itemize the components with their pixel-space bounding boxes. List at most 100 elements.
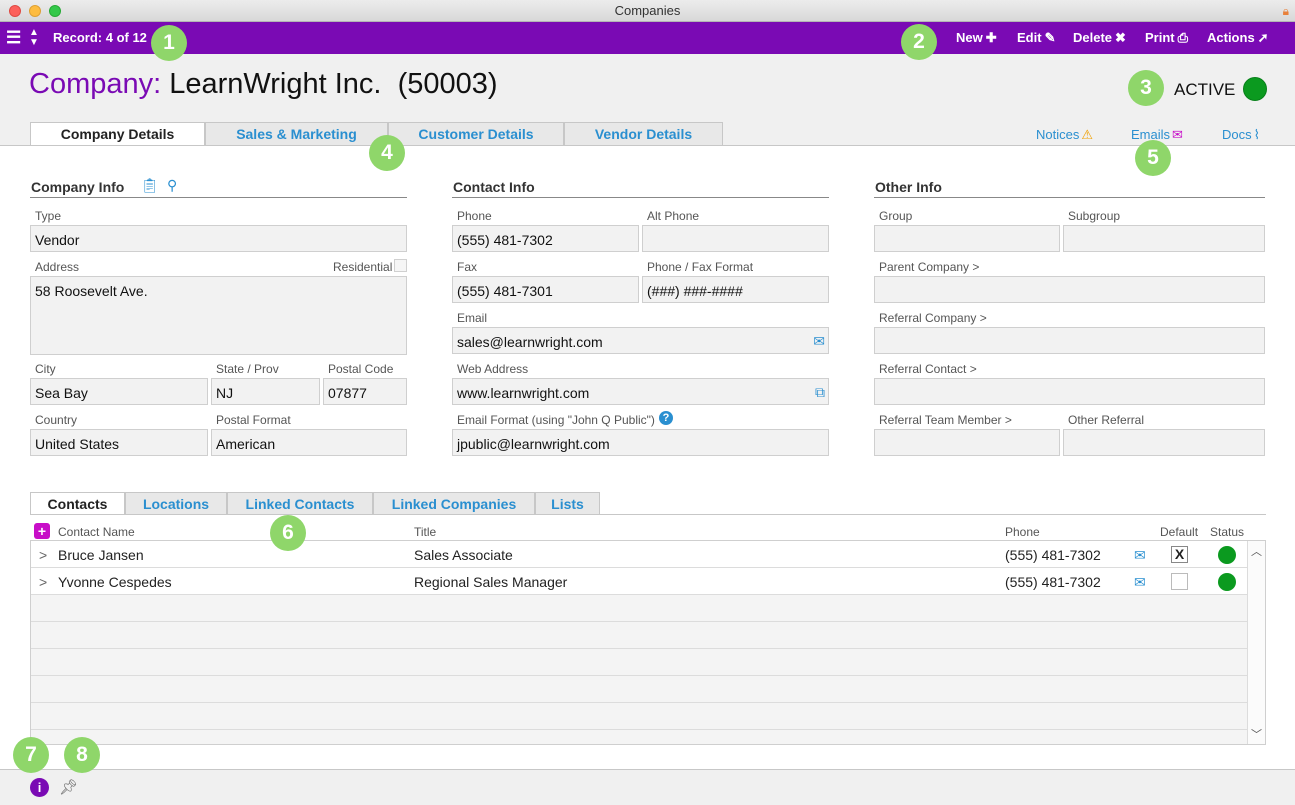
type-field[interactable]: Vendor — [30, 225, 407, 252]
residential-checkbox[interactable] — [394, 259, 407, 272]
web-address-field[interactable]: www.learnwright.com ⧉ — [452, 378, 829, 405]
referral-contact-field[interactable] — [874, 378, 1265, 405]
company-info-title: Company Info — [31, 179, 125, 195]
phone-format-field[interactable]: (###) ###-#### — [642, 276, 829, 303]
phone-field[interactable]: (555) 481-7302 — [452, 225, 639, 252]
open-link-icon[interactable]: ⧉ — [815, 384, 825, 400]
scroll-up-icon[interactable]: ︿ — [1248, 543, 1265, 559]
contact-info-title: Contact Info — [453, 179, 535, 195]
add-contact-button[interactable]: + — [34, 523, 50, 539]
postal-format-label: Postal Format — [216, 413, 291, 427]
callout-badge-3: 3 — [1128, 70, 1164, 106]
postal-format-field[interactable]: American — [211, 429, 407, 456]
col-contact-name[interactable]: Contact Name — [58, 525, 135, 539]
callout-badge-4: 4 — [369, 135, 405, 171]
parent-company-field[interactable] — [874, 276, 1265, 303]
table-row[interactable]: > Yvonne Cespedes Regional Sales Manager… — [31, 568, 1248, 595]
edit-button-label: Edit — [1017, 30, 1042, 45]
tab-customer-details[interactable]: Customer Details — [388, 122, 564, 146]
send-email-icon[interactable]: ✉ — [813, 333, 825, 349]
toolbar: ☰ ▲ ▼ Record: 4 of 12 New ✚ Edit ✎ Delete ✖ … — [0, 22, 1295, 54]
table-row-empty — [31, 649, 1248, 676]
help-icon[interactable]: ? — [659, 411, 673, 425]
grid-scrollbar[interactable]: ︿ ﹀ — [1247, 541, 1265, 744]
edit-button[interactable]: Edit ✎ — [1017, 22, 1055, 54]
tab-sales-marketing[interactable]: Sales & Marketing — [205, 122, 388, 146]
new-button[interactable]: New ✚ — [956, 22, 997, 54]
expand-row-icon[interactable]: > — [39, 547, 47, 563]
alt-phone-field[interactable] — [642, 225, 829, 252]
minimize-window-button[interactable] — [29, 5, 41, 17]
email-format-field[interactable]: jpublic@learnwright.com — [452, 429, 829, 456]
referral-company-label[interactable]: Referral Company > — [879, 311, 987, 325]
zoom-window-button[interactable] — [49, 5, 61, 17]
menu-icon[interactable]: ☰ — [6, 22, 21, 54]
state-field[interactable]: NJ — [211, 378, 320, 405]
email-contact-icon[interactable]: ✉ — [1134, 547, 1146, 564]
tab-contacts[interactable]: Contacts — [30, 492, 125, 515]
company-label: Company: — [29, 68, 162, 100]
tab-company-details[interactable]: Company Details — [30, 122, 205, 147]
referral-team-member-field[interactable] — [874, 429, 1060, 456]
actions-button-label: Actions — [1207, 30, 1255, 45]
window-controls — [9, 5, 61, 17]
fax-field[interactable]: (555) 481-7301 — [452, 276, 639, 303]
footer-bar — [0, 769, 1295, 805]
delete-button[interactable]: Delete ✖ — [1073, 22, 1126, 54]
notices-link[interactable]: Notices ⚠︎ — [1036, 127, 1093, 143]
address-field[interactable]: 58 Roosevelt Ave. — [30, 276, 407, 355]
related-tabs-divider — [30, 514, 1266, 515]
referral-contact-label[interactable]: Referral Contact > — [879, 362, 977, 376]
lock-icon[interactable]: 🔒︎ — [1283, 3, 1289, 19]
company-name: LearnWright Inc. — [169, 68, 382, 100]
related-tabs: Contacts Locations Linked Contacts Linke… — [30, 492, 600, 515]
address-label: Address — [35, 260, 80, 274]
email-field[interactable]: sales@learnwright.com ✉ — [452, 327, 829, 354]
group-field[interactable] — [874, 225, 1060, 252]
contact-name: Yvonne Cespedes — [58, 574, 172, 590]
window-title: Companies — [614, 3, 681, 18]
new-button-label: New — [956, 30, 983, 45]
city-label: City — [35, 362, 56, 376]
default-checkbox[interactable]: X — [1171, 546, 1188, 563]
tab-linked-companies[interactable]: Linked Companies — [373, 492, 535, 514]
col-phone[interactable]: Phone — [1005, 525, 1040, 539]
col-status[interactable]: Status — [1210, 525, 1244, 539]
phone-label: Phone — [457, 209, 492, 223]
postal-code-field[interactable]: 07877 — [323, 378, 407, 405]
country-field[interactable]: United States — [30, 429, 208, 456]
contacts-grid: > Bruce Jansen Sales Associate (555) 481… — [30, 540, 1266, 745]
col-default[interactable]: Default — [1160, 525, 1198, 539]
callout-badge-7: 7 — [13, 737, 49, 773]
close-window-button[interactable] — [9, 5, 21, 17]
scroll-down-icon[interactable]: ﹀ — [1248, 726, 1265, 742]
print-button[interactable]: Print ⎙ — [1145, 22, 1188, 54]
expand-row-icon[interactable]: > — [39, 574, 47, 590]
email-contact-icon[interactable]: ✉ — [1134, 574, 1146, 591]
other-referral-field[interactable] — [1063, 429, 1265, 456]
col-title[interactable]: Title — [414, 525, 436, 539]
table-row[interactable]: > Bruce Jansen Sales Associate (555) 481… — [31, 541, 1248, 568]
actions-button[interactable]: Actions ➚ — [1207, 22, 1269, 54]
subgroup-field[interactable] — [1063, 225, 1265, 252]
city-field[interactable]: Sea Bay — [30, 378, 208, 405]
record-navigator-icon[interactable]: ▲ ▼ — [29, 28, 39, 60]
parent-company-label[interactable]: Parent Company > — [879, 260, 979, 274]
docs-label: Docs — [1222, 127, 1252, 142]
residential-label: Residential — [333, 260, 393, 274]
contact-name: Bruce Jansen — [58, 547, 144, 563]
map-pin-icon[interactable]: ⚲ — [167, 177, 177, 194]
tab-vendor-details[interactable]: Vendor Details — [564, 122, 723, 146]
tab-lists[interactable]: Lists — [535, 492, 600, 514]
default-checkbox[interactable] — [1171, 573, 1188, 590]
referral-company-field[interactable] — [874, 327, 1265, 354]
pin-icon[interactable]: 📌︎ — [59, 778, 78, 796]
tab-locations[interactable]: Locations — [125, 492, 227, 514]
clipboard-icon[interactable]: 📋︎ — [141, 177, 159, 194]
tab-linked-contacts[interactable]: Linked Contacts — [227, 492, 373, 514]
company-info-rule — [30, 197, 407, 198]
info-icon[interactable]: i — [30, 778, 49, 797]
status-indicator[interactable] — [1243, 77, 1267, 101]
docs-link[interactable]: Docs ⌇ — [1222, 127, 1260, 143]
referral-team-member-label[interactable]: Referral Team Member > — [879, 413, 1012, 427]
